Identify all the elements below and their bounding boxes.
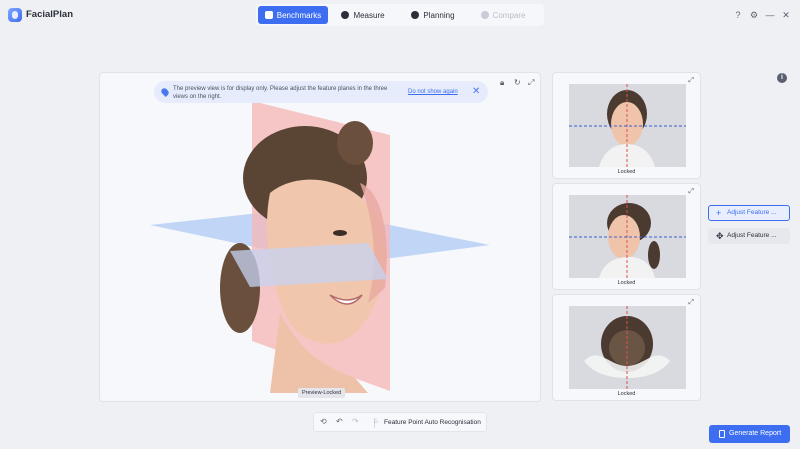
front-view-caption: Locked <box>617 169 636 175</box>
notice-banner: The preview view is for display only. Pl… <box>154 81 488 103</box>
tab-label: Benchmarks <box>276 10 322 20</box>
preview-view[interactable]: The preview view is for display only. Pl… <box>99 72 541 402</box>
main-tabs: Benchmarks Measure Planning Compare <box>256 4 544 26</box>
face-3d-preview <box>150 101 490 393</box>
eye <box>333 230 347 236</box>
history-icon[interactable]: ⟲ <box>320 417 327 426</box>
lock-icon[interactable]: 🔒︎ <box>500 78 504 88</box>
close-notice-icon[interactable]: ✕ <box>472 86 480 97</box>
expand-icon[interactable]: ⤢ <box>528 78 534 88</box>
expand-icon[interactable]: ⤢ <box>688 188 694 196</box>
generate-report-button[interactable]: Generate Report <box>709 425 790 443</box>
adjust-feature-button[interactable]: + Adjust Feature ... <box>708 205 790 221</box>
generate-report-label: Generate Report <box>729 430 782 437</box>
notice-message: The preview view is for display only. Pl… <box>173 86 388 100</box>
hair-bun <box>337 121 373 165</box>
side-view-caption: Locked <box>617 280 636 286</box>
compare-icon <box>480 11 489 19</box>
profile-icon <box>411 11 420 19</box>
adjust-feature-label: Adjust Feature ... <box>727 232 777 239</box>
expand-icon[interactable]: ⤢ <box>688 299 694 307</box>
feature-point-icon: ⁘ <box>373 419 379 426</box>
close-window-icon[interactable]: ✕ <box>781 10 791 20</box>
do-not-show-again-link[interactable]: Do not show again <box>408 89 458 95</box>
minimize-icon[interactable]: — <box>765 10 775 20</box>
tooth-icon <box>264 11 273 19</box>
tab-label: Planning <box>423 10 455 20</box>
plus-icon: + <box>716 208 722 218</box>
info-icon[interactable]: i <box>777 73 787 83</box>
redo-icon[interactable]: ↷ <box>352 417 359 426</box>
tab-label: Compare <box>492 10 526 20</box>
adjust-feature-button-secondary[interactable]: ✥ Adjust Feature ... <box>708 228 790 244</box>
facialplan-logo-icon <box>8 8 22 22</box>
expand-icon[interactable]: ⤢ <box>688 77 694 85</box>
reset-view-icon[interactable]: ↻ <box>514 78 521 87</box>
front-view-image <box>569 84 686 167</box>
preview-locked-badge: Preview-Locked <box>298 388 346 398</box>
location-pin-icon <box>160 87 170 97</box>
tab-compare[interactable]: Compare <box>468 6 538 24</box>
side-view-image <box>569 195 686 278</box>
settings-icon[interactable]: ⚙ <box>749 10 759 20</box>
tab-measure[interactable]: Measure <box>328 6 398 24</box>
top-view-image <box>569 306 686 389</box>
side-view-panel[interactable]: ⤢ Locked <box>552 183 701 290</box>
help-icon[interactable]: ? <box>733 10 743 20</box>
undo-icon[interactable]: ↶ <box>336 417 343 426</box>
bottom-toolbar: ⟲ ↶ ↷ ⁘ Feature Point Auto Recognisation <box>313 412 487 432</box>
tab-benchmarks[interactable]: Benchmarks <box>258 6 328 24</box>
feature-point-auto-recognition-button[interactable]: Feature Point Auto Recognisation <box>384 419 481 426</box>
adjust-feature-label: Adjust Feature ... <box>727 209 777 216</box>
head-icon <box>341 11 350 19</box>
tab-planning[interactable]: Planning <box>398 6 468 24</box>
title-bar: FacialPlan Benchmarks Measure Planning C… <box>0 0 800 32</box>
front-view-panel[interactable]: ⤢ Locked <box>552 72 701 179</box>
tab-label: Measure <box>353 10 385 20</box>
document-icon <box>719 430 725 438</box>
top-view-panel[interactable]: ⤢ Locked <box>552 294 701 401</box>
top-view-caption: Locked <box>617 391 636 397</box>
app-name: FacialPlan <box>26 9 73 20</box>
move-icon: ✥ <box>716 231 724 241</box>
